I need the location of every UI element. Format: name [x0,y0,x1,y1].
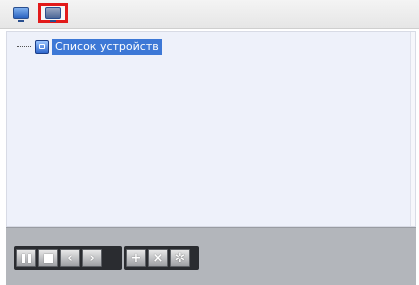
plus-icon: + [130,250,142,266]
monitor-icon [45,7,61,22]
chevron-left-icon: ‹ [67,250,73,266]
stop-button[interactable] [38,249,58,267]
chevron-right-icon: › [89,250,95,266]
device-actions: + × ✲ [124,246,199,270]
remove-device-button[interactable]: × [148,249,168,267]
bottom-toolbar: ‹ › + × ✲ [6,227,416,285]
device-tree-panel: Список устройств [6,31,416,227]
panel-scroll-edge [410,32,415,226]
stop-icon [43,253,53,263]
tab-monitor-selected[interactable] [38,3,68,23]
device-tree-window: Список устройств ‹ › + × ✲ [0,0,419,285]
tree-node-device-list[interactable]: Список устройств [17,39,162,55]
pause-button[interactable] [16,249,36,267]
pause-icon [21,253,31,263]
monitor-icon [13,7,29,22]
settings-button[interactable]: ✲ [170,249,190,267]
previous-button[interactable]: ‹ [60,249,80,267]
tree-node-label[interactable]: Список устройств [52,39,162,55]
close-icon: × [152,250,164,266]
tab-strip [0,0,419,29]
add-device-button[interactable]: + [126,249,146,267]
playback-controls: ‹ › [14,246,122,270]
tree-connector [17,46,31,48]
tab-devices[interactable] [6,3,36,23]
device-list-icon [35,40,49,54]
gear-icon: ✲ [174,250,186,266]
next-button[interactable]: › [82,249,102,267]
